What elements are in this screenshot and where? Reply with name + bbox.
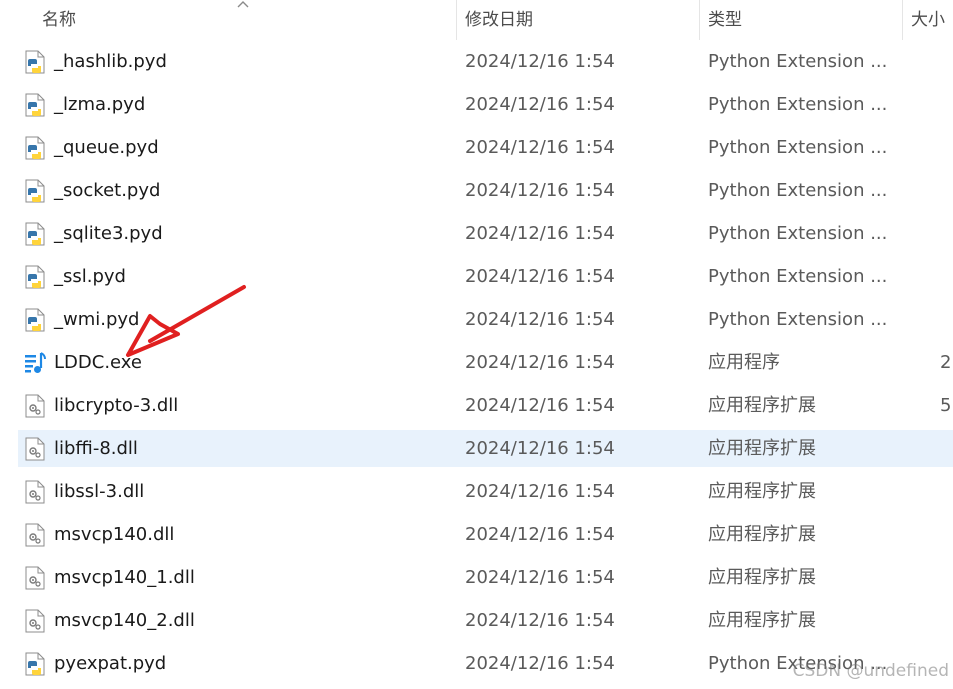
file-row-queue-pyd[interactable]: _queue.pyd 2024/12/16 1:54 Python Extensio… (18, 129, 953, 166)
column-divider[interactable] (456, 0, 457, 40)
file-name: _sqlite3.pyd (54, 223, 163, 244)
file-row-wmi-pyd[interactable]: _wmi.pyd 2024/12/16 1:54 Python Extension … (18, 301, 953, 338)
file-type: 应用程序扩展 (708, 395, 816, 416)
column-header-date[interactable]: 修改日期 (465, 0, 695, 40)
column-header: 名称 修改日期 类型 大小 (0, 0, 953, 40)
file-type: 应用程序 (708, 352, 780, 373)
file-name: msvcp140.dll (54, 524, 175, 545)
file-type: Python Extension ... (708, 51, 888, 72)
dll-file-icon (24, 437, 46, 461)
file-modified-date: 2024/12/16 1:54 (465, 567, 615, 588)
file-name: _hashlib.pyd (54, 51, 167, 72)
file-name: _ssl.pyd (54, 266, 126, 287)
file-modified-date: 2024/12/16 1:54 (465, 352, 615, 373)
column-divider[interactable] (902, 0, 903, 40)
file-type: 应用程序扩展 (708, 567, 816, 588)
file-row-msvcp140-2-dll[interactable]: msvcp140_2.dll 2024/12/16 1:54 应用程序扩展 (18, 602, 953, 639)
file-modified-date: 2024/12/16 1:54 (465, 395, 615, 416)
file-name: pyexpat.pyd (54, 653, 167, 674)
dll-file-icon (24, 523, 46, 547)
dll-file-icon (24, 566, 46, 590)
file-modified-date: 2024/12/16 1:54 (465, 266, 615, 287)
file-modified-date: 2024/12/16 1:54 (465, 137, 615, 158)
file-name: _socket.pyd (54, 180, 161, 201)
file-modified-date: 2024/12/16 1:54 (465, 610, 615, 631)
file-type: 应用程序扩展 (708, 524, 816, 545)
file-size: 2( (940, 352, 953, 373)
file-row-lddc-exe[interactable]: LDDC.exe 2024/12/16 1:54 应用程序 2( (18, 344, 953, 381)
python-file-icon (24, 308, 46, 332)
python-file-icon (24, 222, 46, 246)
file-explorer: 名称 修改日期 类型 大小 _hashlib.pyd 2024/12/16 1:5… (0, 0, 953, 689)
file-name: msvcp140_1.dll (54, 567, 195, 588)
file-modified-date: 2024/12/16 1:54 (465, 481, 615, 502)
file-modified-date: 2024/12/16 1:54 (465, 524, 615, 545)
python-file-icon (24, 652, 46, 676)
watermark: CSDN @undefined (792, 661, 949, 681)
file-row-socket-pyd[interactable]: _socket.pyd 2024/12/16 1:54 Python Extensi… (18, 172, 953, 209)
file-name: _wmi.pyd (54, 309, 140, 330)
file-modified-date: 2024/12/16 1:54 (465, 94, 615, 115)
file-modified-date: 2024/12/16 1:54 (465, 51, 615, 72)
file-row-lzma-pyd[interactable]: _lzma.pyd 2024/12/16 1:54 Python Extension… (18, 86, 953, 123)
file-row-libcrypto-3-dll[interactable]: libcrypto-3.dll 2024/12/16 1:54 应用程序扩展 5 (18, 387, 953, 424)
file-name: msvcp140_2.dll (54, 610, 195, 631)
file-type: Python Extension ... (708, 94, 888, 115)
file-row-msvcp140-1-dll[interactable]: msvcp140_1.dll 2024/12/16 1:54 应用程序扩展 (18, 559, 953, 596)
file-name: libcrypto-3.dll (54, 395, 179, 416)
file-row-libssl-3-dll[interactable]: libssl-3.dll 2024/12/16 1:54 应用程序扩展 (18, 473, 953, 510)
python-file-icon (24, 265, 46, 289)
column-header-type[interactable]: 类型 (708, 0, 898, 40)
python-file-icon (24, 136, 46, 160)
file-type: 应用程序扩展 (708, 438, 816, 459)
file-modified-date: 2024/12/16 1:54 (465, 223, 615, 244)
column-divider[interactable] (699, 0, 700, 40)
file-name: LDDC.exe (54, 352, 142, 373)
music-app-icon (24, 351, 46, 375)
file-name: libssl-3.dll (54, 481, 145, 502)
column-header-name[interactable]: 名称 (42, 0, 442, 40)
file-modified-date: 2024/12/16 1:54 (465, 438, 615, 459)
dll-file-icon (24, 394, 46, 418)
file-row-hashlib-pyd[interactable]: _hashlib.pyd 2024/12/16 1:54 Python Extens… (18, 43, 953, 80)
file-type: 应用程序扩展 (708, 481, 816, 502)
python-file-icon (24, 50, 46, 74)
file-type: Python Extension ... (708, 137, 888, 158)
file-type: Python Extension ... (708, 223, 888, 244)
file-name: _queue.pyd (54, 137, 159, 158)
dll-file-icon (24, 609, 46, 633)
file-modified-date: 2024/12/16 1:54 (465, 653, 615, 674)
file-type: Python Extension ... (708, 309, 888, 330)
file-modified-date: 2024/12/16 1:54 (465, 180, 615, 201)
file-name: _lzma.pyd (54, 94, 146, 115)
file-type: 应用程序扩展 (708, 610, 816, 631)
file-name: libffi-8.dll (54, 438, 138, 459)
file-type: Python Extension ... (708, 266, 888, 287)
file-row-ssl-pyd[interactable]: _ssl.pyd 2024/12/16 1:54 Python Extension … (18, 258, 953, 295)
dll-file-icon (24, 480, 46, 504)
column-header-size[interactable]: 大小 (911, 0, 953, 40)
file-row-libffi-8-dll[interactable]: libffi-8.dll 2024/12/16 1:54 应用程序扩展 (18, 430, 953, 467)
file-row-sqlite3-pyd[interactable]: _sqlite3.pyd 2024/12/16 1:54 Python Extens… (18, 215, 953, 252)
file-type: Python Extension ... (708, 180, 888, 201)
file-row-msvcp140-dll[interactable]: msvcp140.dll 2024/12/16 1:54 应用程序扩展 (18, 516, 953, 553)
python-file-icon (24, 179, 46, 203)
file-modified-date: 2024/12/16 1:54 (465, 309, 615, 330)
python-file-icon (24, 93, 46, 117)
file-size: 5 (940, 395, 952, 416)
